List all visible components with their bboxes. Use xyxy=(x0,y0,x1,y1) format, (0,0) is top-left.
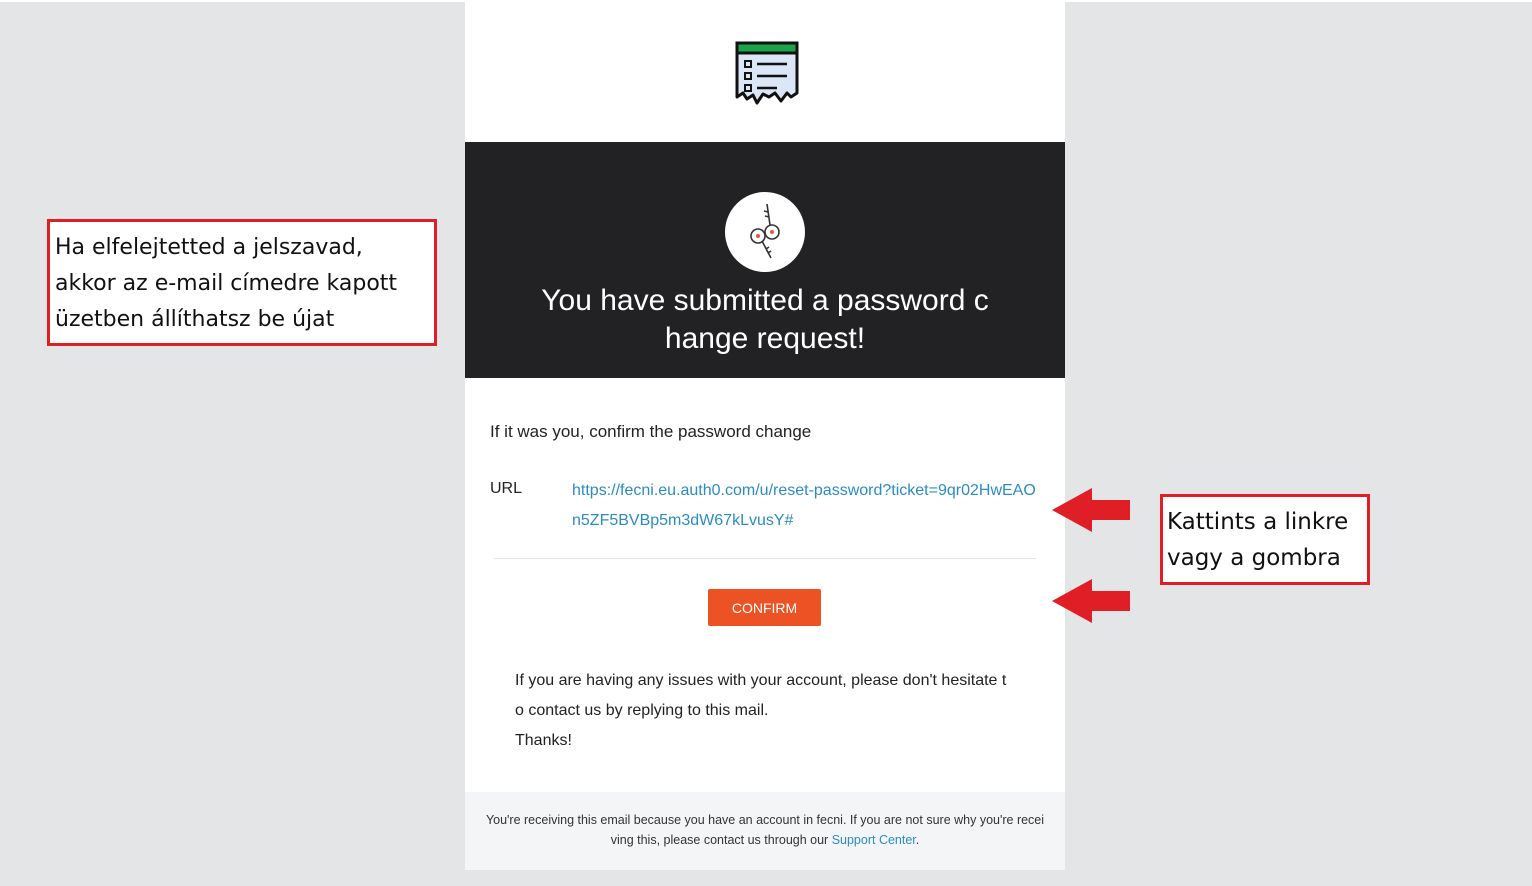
issues-text: If you are having any issues with your a… xyxy=(515,672,1007,719)
email-body: You have submitted a password change req… xyxy=(465,2,1065,870)
footer-message: You're receiving this email because you … xyxy=(485,813,1045,847)
thanks-text: Thanks! xyxy=(515,732,572,749)
divider xyxy=(494,558,1036,559)
intro-text: If it was you, confirm the password chan… xyxy=(490,422,812,441)
left-arrow-icon xyxy=(1052,579,1130,623)
keys-badge xyxy=(725,192,805,272)
keys-icon xyxy=(750,203,780,259)
confirm-button[interactable]: CONFIRM xyxy=(708,589,821,626)
support-center-link[interactable]: Support Center xyxy=(832,833,916,847)
hero-title: You have submitted a password change req… xyxy=(541,284,989,355)
left-arrow-icon xyxy=(1052,488,1130,532)
receipt-list-icon xyxy=(735,41,799,105)
footer-end: . xyxy=(915,833,920,847)
url-label: URL xyxy=(490,480,523,497)
footer-text: You're receiving this email because you … xyxy=(485,810,1045,850)
reset-password-link[interactable]: https://fecni.eu.auth0.com/u/reset-passw… xyxy=(572,476,1040,536)
left-annotation-box: Ha elfelejtetted a jelszavad, akkor az e… xyxy=(47,219,437,346)
hero-banner: You have submitted a password change req… xyxy=(465,142,1065,378)
email-footer: You're receiving this email because you … xyxy=(465,792,1065,870)
right-annotation-box: Kattints a linkre vagy a gombra xyxy=(1160,494,1370,585)
logo-header xyxy=(465,2,1065,142)
